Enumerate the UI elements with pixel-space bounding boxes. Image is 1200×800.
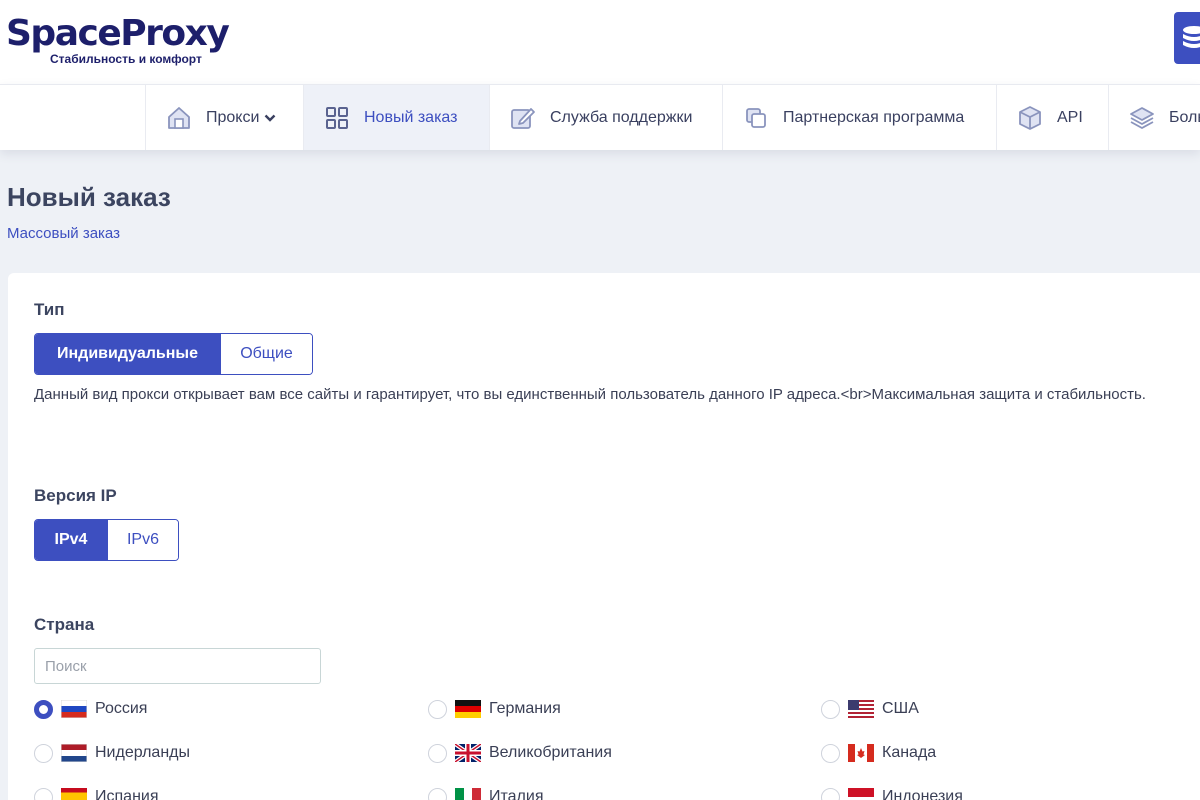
netherlands-flag-icon [61, 744, 87, 762]
nav-item-more[interactable]: Боль [1108, 85, 1200, 150]
nav-item-label: Новый заказ [364, 108, 458, 126]
country-name: Великобритания [489, 744, 612, 761]
ip-option-ipv4[interactable]: IPv4 [35, 520, 107, 560]
country-name: Нидерланды [95, 744, 190, 761]
country-name: Канада [882, 744, 937, 761]
radio-button[interactable] [34, 743, 53, 763]
nav-item-support[interactable]: Служба поддержки [489, 85, 722, 150]
radio-button[interactable] [34, 699, 53, 719]
country-option-spain[interactable]: Испания [34, 785, 159, 800]
radio-button[interactable] [821, 699, 840, 719]
nav-item-partner[interactable]: Партнерская программа [722, 85, 996, 150]
country-label: Страна [34, 615, 95, 634]
uk-flag-icon [455, 744, 481, 762]
country-name: Испания [95, 788, 159, 800]
country-name: США [882, 700, 919, 717]
grid-icon [324, 105, 350, 131]
nav-item-new-order[interactable]: Новый заказ [303, 85, 489, 150]
header: SpaceProxy Стабильность и комфорт [0, 0, 1200, 84]
country-option-netherlands[interactable]: Нидерланды [34, 741, 190, 765]
type-option-individual[interactable]: Индивидуальные [35, 334, 220, 374]
country-option-indonesia[interactable]: Индонезия [821, 785, 963, 800]
radio-button[interactable] [821, 787, 840, 800]
country-option-italy[interactable]: Италия [428, 785, 543, 800]
country-name: Индонезия [882, 788, 963, 800]
country-option-uk[interactable]: Великобритания [428, 741, 612, 765]
spain-flag-icon [61, 788, 87, 800]
radio-button[interactable] [428, 743, 447, 763]
type-label: Тип [34, 300, 65, 319]
canada-flag-icon [848, 744, 874, 762]
country-option-usa[interactable]: США [821, 697, 919, 721]
radio-button[interactable] [821, 743, 840, 763]
type-option-shared[interactable]: Общие [220, 334, 312, 374]
cube-icon [1017, 105, 1043, 131]
ip-option-ipv6[interactable]: IPv6 [107, 520, 178, 560]
nav-item-label: Прокси [206, 108, 260, 126]
indonesia-flag-icon [848, 788, 874, 800]
main-nav: Прокси Новый заказ Служба поддержки Парт… [0, 84, 1200, 150]
italy-flag-icon [455, 788, 481, 800]
russia-flag-icon [61, 700, 87, 718]
radio-button[interactable] [34, 787, 53, 800]
page-title: Новый заказ [7, 182, 171, 212]
type-toggle: Индивидуальные Общие [34, 333, 313, 375]
nav-item-label: Боль [1169, 108, 1200, 126]
radio-button[interactable] [428, 787, 447, 800]
database-icon [1183, 26, 1200, 48]
country-option-russia[interactable]: Россия [34, 697, 147, 721]
edit-icon [510, 105, 536, 131]
nav-item-api[interactable]: API [996, 85, 1108, 150]
usa-flag-icon [848, 700, 874, 718]
germany-flag-icon [455, 700, 481, 718]
balance-button[interactable] [1174, 12, 1200, 64]
ip-version-toggle: IPv4 IPv6 [34, 519, 179, 561]
type-description: Данный вид прокси открывает вам все сайт… [34, 386, 1146, 403]
country-name: Россия [95, 700, 148, 717]
nav-item-proxy[interactable]: Прокси [145, 85, 303, 150]
nav-item-label: API [1057, 108, 1083, 126]
logo-tagline: Стабильность и комфорт [50, 52, 202, 66]
country-option-canada[interactable]: Канада [821, 741, 936, 765]
home-icon [166, 105, 192, 131]
logo-text: SpaceProxy [6, 13, 230, 54]
nav-item-label: Партнерская программа [783, 108, 965, 126]
country-option-germany[interactable]: Германия [428, 697, 561, 721]
country-search-input[interactable] [34, 648, 321, 684]
country-name: Германия [489, 700, 561, 717]
layers-icon [1129, 105, 1155, 131]
radio-button[interactable] [428, 699, 447, 719]
logo[interactable]: SpaceProxy Стабильность и комфорт [6, 13, 230, 67]
breadcrumb-link[interactable]: Массовый заказ [7, 225, 120, 242]
nav-item-label: Служба поддержки [550, 108, 693, 126]
country-name: Италия [489, 788, 544, 800]
chevron-down-icon [264, 110, 276, 128]
ip-version-label: Версия IP [34, 486, 117, 505]
copy-icon [743, 105, 769, 131]
